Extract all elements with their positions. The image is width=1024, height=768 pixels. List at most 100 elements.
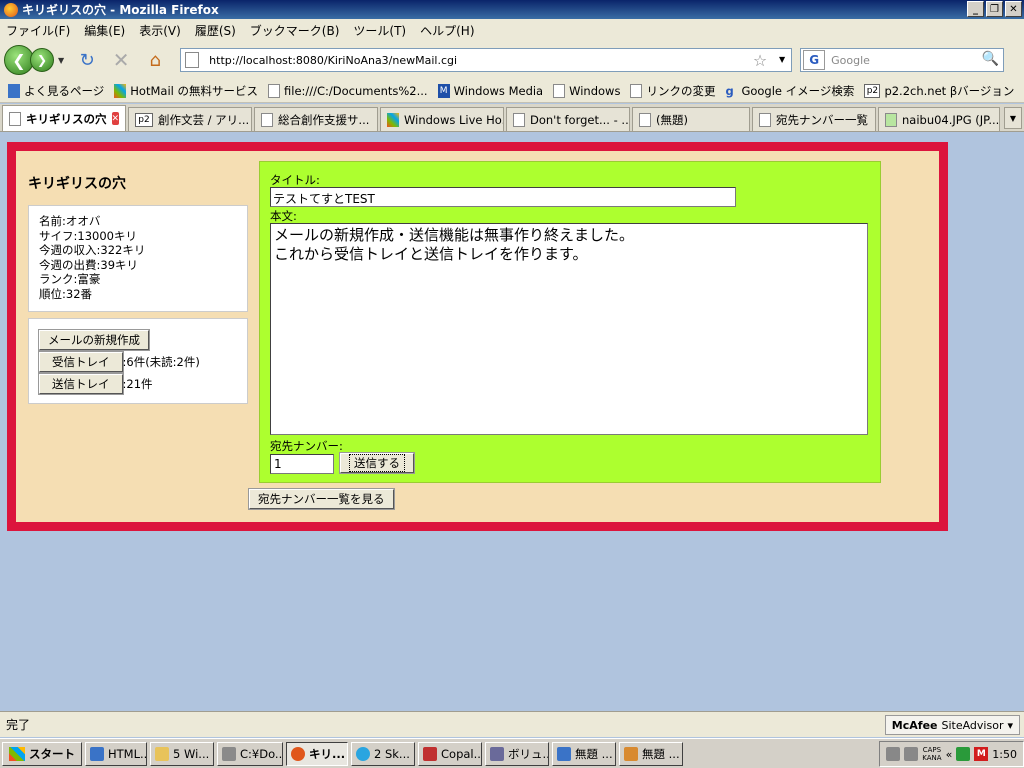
close-tab-icon[interactable]: ✕ bbox=[111, 112, 120, 125]
url-dropdown-icon[interactable]: ▼ bbox=[779, 55, 785, 64]
restore-button[interactable]: ❐ bbox=[986, 1, 1003, 17]
menu-tools[interactable]: ツール(T) bbox=[353, 22, 406, 39]
history-dropdown-icon[interactable]: ▼ bbox=[58, 56, 64, 65]
bookmark-item[interactable]: p2 p2.2ch.net βバージョン bbox=[860, 83, 1018, 99]
tab-sougou[interactable]: 総合創作支援サ... bbox=[254, 107, 378, 131]
search-bar[interactable]: G Google 🔍 bbox=[800, 48, 1005, 72]
profile-name: 名前:オオバ bbox=[39, 214, 101, 228]
mcafee-product: SiteAdvisor bbox=[941, 718, 1004, 732]
bookmark-item[interactable]: リンクの変更 bbox=[626, 83, 719, 99]
windows-logo-icon bbox=[9, 746, 25, 761]
menu-bookmarks[interactable]: ブックマーク(B) bbox=[250, 22, 340, 39]
bookmark-item[interactable]: g Google イメージ検索 bbox=[721, 83, 858, 99]
destination-number-input[interactable]: 1 bbox=[270, 454, 334, 474]
body-line: メールの新規作成・送信機能は無事作り終えました。 bbox=[274, 226, 635, 244]
taskbar-item[interactable]: ボリュ... bbox=[485, 741, 549, 766]
ime-icon[interactable] bbox=[904, 747, 919, 761]
mcafee-brand: McAfee bbox=[891, 718, 938, 732]
menu-help[interactable]: ヘルプ(H) bbox=[420, 22, 474, 39]
body-label: 本文: bbox=[270, 209, 297, 223]
windows-media-icon: M bbox=[437, 83, 450, 98]
tab-naibu-jpg[interactable]: naibu04.JPG (JP... bbox=[878, 107, 1000, 131]
forward-button[interactable]: ❯ bbox=[30, 48, 54, 72]
bookmark-item[interactable]: HotMail の無料サービス bbox=[110, 83, 262, 99]
url-text[interactable]: http://localhost:8080/KiriNoAna3/newMail… bbox=[209, 54, 457, 67]
windows-taskbar: スタート HTML... 5 Wi... C:¥Do... キリ... 2 Sk… bbox=[0, 738, 1024, 768]
body-line: これから受信トレイと送信トレイを作ります。 bbox=[274, 245, 588, 263]
sent-count: :21件 bbox=[122, 377, 153, 391]
page-icon bbox=[9, 111, 21, 126]
keyboard-icon[interactable] bbox=[886, 747, 901, 761]
taskbar-item[interactable]: 無題 ... bbox=[552, 741, 616, 766]
new-mail-button[interactable]: メールの新規作成 bbox=[38, 329, 150, 351]
firefox-icon bbox=[291, 746, 305, 761]
tab-address-list[interactable]: 宛先ナンバー一覧 bbox=[752, 107, 876, 131]
taskbar-item[interactable]: 5 Wi... bbox=[150, 741, 214, 766]
inbox-button[interactable]: 受信トレイ bbox=[38, 351, 124, 373]
taskbar-item[interactable]: 無題 ... bbox=[619, 741, 683, 766]
search-icon[interactable]: 🔍 bbox=[982, 51, 999, 67]
expand-tray-icon[interactable]: « bbox=[946, 748, 953, 761]
navigation-toolbar: ❮ ❯ ▼ ↻ ✕ ⌂ http://localhost:8080/KiriNo… bbox=[0, 41, 1024, 79]
tab-kirigirisu[interactable]: キリギリスの穴 ✕ bbox=[2, 105, 126, 131]
google-engine-icon[interactable]: G bbox=[803, 50, 826, 70]
mcafee-tray-icon[interactable]: M bbox=[974, 747, 989, 761]
profile-wallet: サイフ:13000キリ bbox=[39, 228, 137, 243]
page-icon bbox=[261, 112, 273, 127]
taskbar-item[interactable]: 2 Sk... bbox=[351, 741, 415, 766]
p2-icon: p2 bbox=[864, 83, 881, 98]
copal-icon bbox=[423, 746, 437, 761]
bookmark-star-icon[interactable]: ☆ bbox=[753, 51, 767, 70]
menu-history[interactable]: 履歴(S) bbox=[195, 22, 236, 39]
profile-expense: 今週の出費:39キリ bbox=[39, 257, 139, 272]
windows-live-icon bbox=[387, 112, 399, 127]
home-icon[interactable]: ⌂ bbox=[140, 47, 170, 73]
title-input[interactable]: テストてすとTEST bbox=[270, 187, 736, 207]
ie-icon bbox=[90, 746, 104, 761]
site-frame: キリギリスの穴 名前:オオバ サイフ:13000キリ 今週の収入:322キリ 今… bbox=[7, 142, 948, 531]
minimize-button[interactable]: _ bbox=[967, 1, 984, 17]
folder-icon bbox=[155, 746, 169, 761]
taskbar-item-active[interactable]: キリ... bbox=[286, 741, 348, 766]
send-button[interactable]: 送信する bbox=[339, 452, 415, 474]
bookmark-item[interactable]: file:///C:/Documents%2... bbox=[264, 83, 432, 98]
mcafee-siteadvisor-button[interactable]: McAfee SiteAdvisor ▾ bbox=[884, 715, 1020, 735]
search-placeholder[interactable]: Google bbox=[831, 54, 870, 67]
address-list-button[interactable]: 宛先ナンバー一覧を見る bbox=[248, 488, 395, 510]
bookmark-item[interactable]: Windows bbox=[549, 83, 624, 98]
body-textarea[interactable]: メールの新規作成・送信機能は無事作り終えました。 これから受信トレイと送信トレイ… bbox=[270, 223, 868, 435]
bookmark-item[interactable]: M Windows Media bbox=[434, 83, 548, 98]
tab-list-dropdown-icon[interactable]: ▼ bbox=[1004, 107, 1022, 129]
stop-icon[interactable]: ✕ bbox=[106, 47, 136, 73]
tab-sousaku[interactable]: p2 創作文芸 / アリ... bbox=[128, 107, 252, 131]
taskbar-item[interactable]: Copal... bbox=[418, 741, 482, 766]
bookmark-item[interactable]: よく見るページ bbox=[4, 83, 108, 99]
page-viewport: キリギリスの穴 名前:オオバ サイフ:13000キリ 今週の収入:322キリ 今… bbox=[0, 133, 1024, 711]
tab-windows-live[interactable]: Windows Live Ho... bbox=[380, 107, 504, 131]
skype-icon bbox=[356, 746, 370, 761]
close-window-button[interactable]: ✕ bbox=[1005, 1, 1022, 17]
menu-edit[interactable]: 編集(E) bbox=[84, 22, 125, 39]
menu-view[interactable]: 表示(V) bbox=[139, 22, 181, 39]
bookmark-folder-icon bbox=[8, 83, 20, 98]
sent-button[interactable]: 送信トレイ bbox=[38, 373, 124, 395]
taskbar-item[interactable]: HTML... bbox=[85, 741, 147, 766]
bookmarks-toolbar: よく見るページ HotMail の無料サービス file:///C:/Docum… bbox=[0, 79, 1024, 103]
reload-icon[interactable]: ↻ bbox=[72, 47, 102, 73]
compose-panel: タイトル: テストてすとTEST 本文: メールの新規作成・送信機能は無事作り終… bbox=[259, 161, 881, 483]
url-bar[interactable]: http://localhost:8080/KiriNoAna3/newMail… bbox=[180, 48, 793, 72]
google-icon: g bbox=[725, 83, 734, 98]
network-icon[interactable] bbox=[956, 747, 971, 761]
page-icon bbox=[185, 52, 200, 68]
volume-icon bbox=[490, 746, 504, 761]
taskbar-item[interactable]: C:¥Do... bbox=[217, 741, 283, 766]
send-button-label: 送信する bbox=[349, 454, 405, 472]
msn-icon bbox=[114, 83, 127, 98]
start-button[interactable]: スタート bbox=[2, 741, 82, 766]
menu-file[interactable]: ファイル(F) bbox=[6, 22, 70, 39]
page-icon bbox=[759, 112, 771, 127]
destination-label: 宛先ナンバー: bbox=[270, 439, 343, 453]
tab-untitled[interactable]: (無題) bbox=[632, 107, 750, 131]
profile-position: 順位:32番 bbox=[39, 286, 93, 301]
tab-dont-forget[interactable]: Don't forget... - ... bbox=[506, 107, 630, 131]
